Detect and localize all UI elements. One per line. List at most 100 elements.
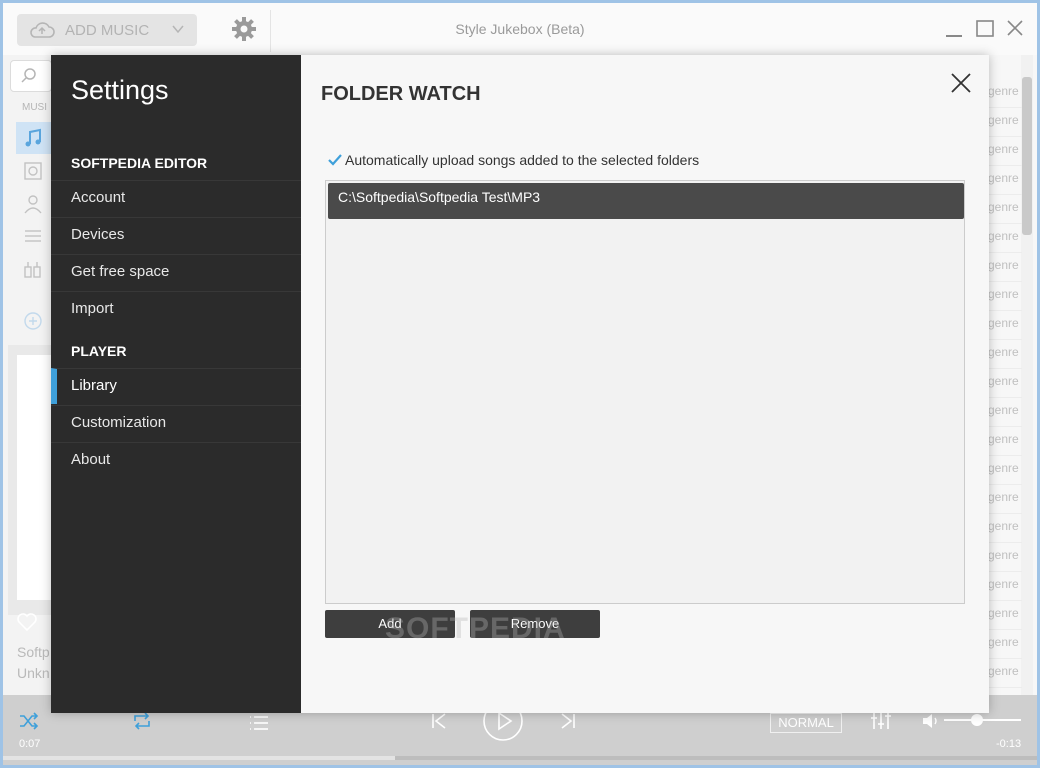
settings-sidebar: Settings SOFTPEDIA EDITOR Account Device… bbox=[51, 55, 301, 713]
volume-icon[interactable] bbox=[920, 710, 942, 732]
genre-cell: genre bbox=[988, 635, 1019, 649]
row-divider bbox=[988, 194, 1022, 195]
settings-title: Settings bbox=[71, 75, 169, 105]
row-divider bbox=[988, 426, 1022, 427]
add-playlist-icon[interactable] bbox=[22, 310, 44, 332]
album-icon[interactable] bbox=[22, 160, 44, 182]
list-item[interactable]: C:\Softpedia\Softpedia Test\MP3 bbox=[328, 183, 964, 219]
row-divider bbox=[988, 484, 1022, 485]
search-icon bbox=[21, 68, 36, 83]
remaining-time: -0:13 bbox=[996, 738, 1022, 750]
shuffle-icon[interactable] bbox=[18, 710, 40, 732]
genre-cell: genre bbox=[988, 490, 1019, 504]
auto-upload-checkbox[interactable]: Automatically upload songs added to the … bbox=[327, 152, 699, 168]
auto-upload-label: Automatically upload songs added to the … bbox=[345, 152, 700, 168]
genre-cell: genre bbox=[988, 229, 1019, 243]
row-divider bbox=[988, 542, 1022, 543]
row-divider bbox=[988, 368, 1022, 369]
gear-icon[interactable] bbox=[231, 16, 257, 42]
genre-cell: genre bbox=[988, 374, 1019, 388]
genre-cell: genre bbox=[988, 432, 1019, 446]
folder-path: C:\Softpedia\Softpedia Test\MP3 bbox=[338, 189, 541, 205]
heart-icon[interactable] bbox=[16, 612, 38, 632]
playback-mode-button[interactable]: NORMAL bbox=[770, 713, 842, 733]
sidebar-item-account[interactable]: Account bbox=[51, 180, 301, 216]
sidebar-item-label: Import bbox=[71, 300, 114, 317]
watched-folders-list[interactable]: C:\Softpedia\Softpedia Test\MP3 bbox=[325, 180, 965, 604]
checkmark-icon bbox=[328, 154, 342, 166]
album-art bbox=[17, 355, 51, 600]
sidebar-item-library[interactable]: Library bbox=[51, 368, 301, 404]
progress-bar[interactable] bbox=[0, 756, 1040, 760]
genre-cell: genre bbox=[988, 577, 1019, 591]
search-box[interactable] bbox=[10, 60, 52, 92]
title-divider bbox=[270, 10, 271, 52]
section-player: PLAYER bbox=[71, 343, 127, 359]
row-divider bbox=[988, 658, 1022, 659]
row-divider bbox=[988, 455, 1022, 456]
sidebar-item-customization[interactable]: Customization bbox=[51, 405, 301, 441]
equalizer-icon[interactable] bbox=[870, 710, 892, 732]
row-divider bbox=[988, 571, 1022, 572]
minimize-icon[interactable] bbox=[944, 18, 964, 38]
add-music-label: ADD MUSIC bbox=[65, 21, 150, 39]
artist-icon[interactable] bbox=[22, 193, 44, 215]
row-divider bbox=[988, 223, 1022, 224]
genre-cell: genre bbox=[988, 664, 1019, 678]
genre-cell: genre bbox=[988, 84, 1019, 98]
row-divider bbox=[988, 513, 1022, 514]
chevron-down-icon[interactable] bbox=[171, 22, 185, 36]
sidebar-item-about[interactable]: About bbox=[51, 442, 301, 478]
queue-icon[interactable] bbox=[248, 712, 270, 734]
row-divider bbox=[988, 252, 1022, 253]
sidebar-item-label: Customization bbox=[71, 414, 167, 431]
genre-cell: genre bbox=[988, 345, 1019, 359]
row-divider bbox=[988, 397, 1022, 398]
sidebar-item-label: Library bbox=[71, 377, 117, 394]
cloud-upload-icon bbox=[30, 22, 55, 38]
sidebar-item-import[interactable]: Import bbox=[51, 291, 301, 327]
row-divider bbox=[988, 687, 1022, 688]
genre-cell: genre bbox=[988, 200, 1019, 214]
sidebar-item-label: Devices bbox=[71, 226, 125, 243]
genre-cell: genre bbox=[988, 258, 1019, 272]
repeat-icon[interactable] bbox=[131, 710, 153, 732]
title-bar: ADD MUSIC Style Jukebox (Beta) bbox=[0, 0, 1040, 55]
close-icon[interactable] bbox=[949, 71, 973, 95]
elapsed-time: 0:07 bbox=[19, 738, 41, 750]
row-divider bbox=[988, 310, 1022, 311]
row-divider bbox=[988, 165, 1022, 166]
row-divider bbox=[988, 600, 1022, 601]
next-track-icon[interactable] bbox=[557, 710, 579, 732]
window-close-icon[interactable] bbox=[1005, 18, 1025, 38]
sidebar-item-label: About bbox=[71, 451, 111, 468]
volume-knob[interactable] bbox=[971, 714, 984, 726]
row-divider bbox=[988, 107, 1022, 108]
maximize-icon[interactable] bbox=[975, 18, 995, 38]
genre-cell: genre bbox=[988, 461, 1019, 475]
playlist-icon[interactable] bbox=[22, 226, 44, 248]
page-title: FOLDER WATCH bbox=[321, 83, 481, 105]
add-music-button[interactable]: ADD MUSIC bbox=[17, 14, 197, 46]
row-divider bbox=[988, 281, 1022, 282]
progress-fill bbox=[0, 756, 396, 760]
row-divider bbox=[988, 339, 1022, 340]
genre-cell: genre bbox=[988, 142, 1019, 156]
row-divider bbox=[988, 136, 1022, 137]
sidebar-item-label: Account bbox=[71, 189, 126, 206]
window-title: Style Jukebox (Beta) bbox=[455, 21, 585, 37]
now-playing-artist: Unkn bbox=[17, 665, 50, 681]
nav-section-label: MUSI bbox=[22, 102, 47, 113]
genre-icon[interactable] bbox=[22, 259, 44, 281]
previous-track-icon[interactable] bbox=[428, 710, 450, 732]
watermark: SOFTPEDIA bbox=[385, 612, 566, 645]
genre-cell: genre bbox=[988, 519, 1019, 533]
now-playing-title: Softp bbox=[17, 644, 50, 660]
sidebar-item-devices[interactable]: Devices bbox=[51, 217, 301, 253]
section-softpedia-editor: SOFTPEDIA EDITOR bbox=[71, 155, 208, 171]
row-divider bbox=[988, 629, 1022, 630]
genre-cell: genre bbox=[988, 113, 1019, 127]
music-note-icon[interactable] bbox=[22, 127, 44, 149]
genre-cell: genre bbox=[988, 316, 1019, 330]
sidebar-item-get-free-space[interactable]: Get free space bbox=[51, 254, 301, 290]
